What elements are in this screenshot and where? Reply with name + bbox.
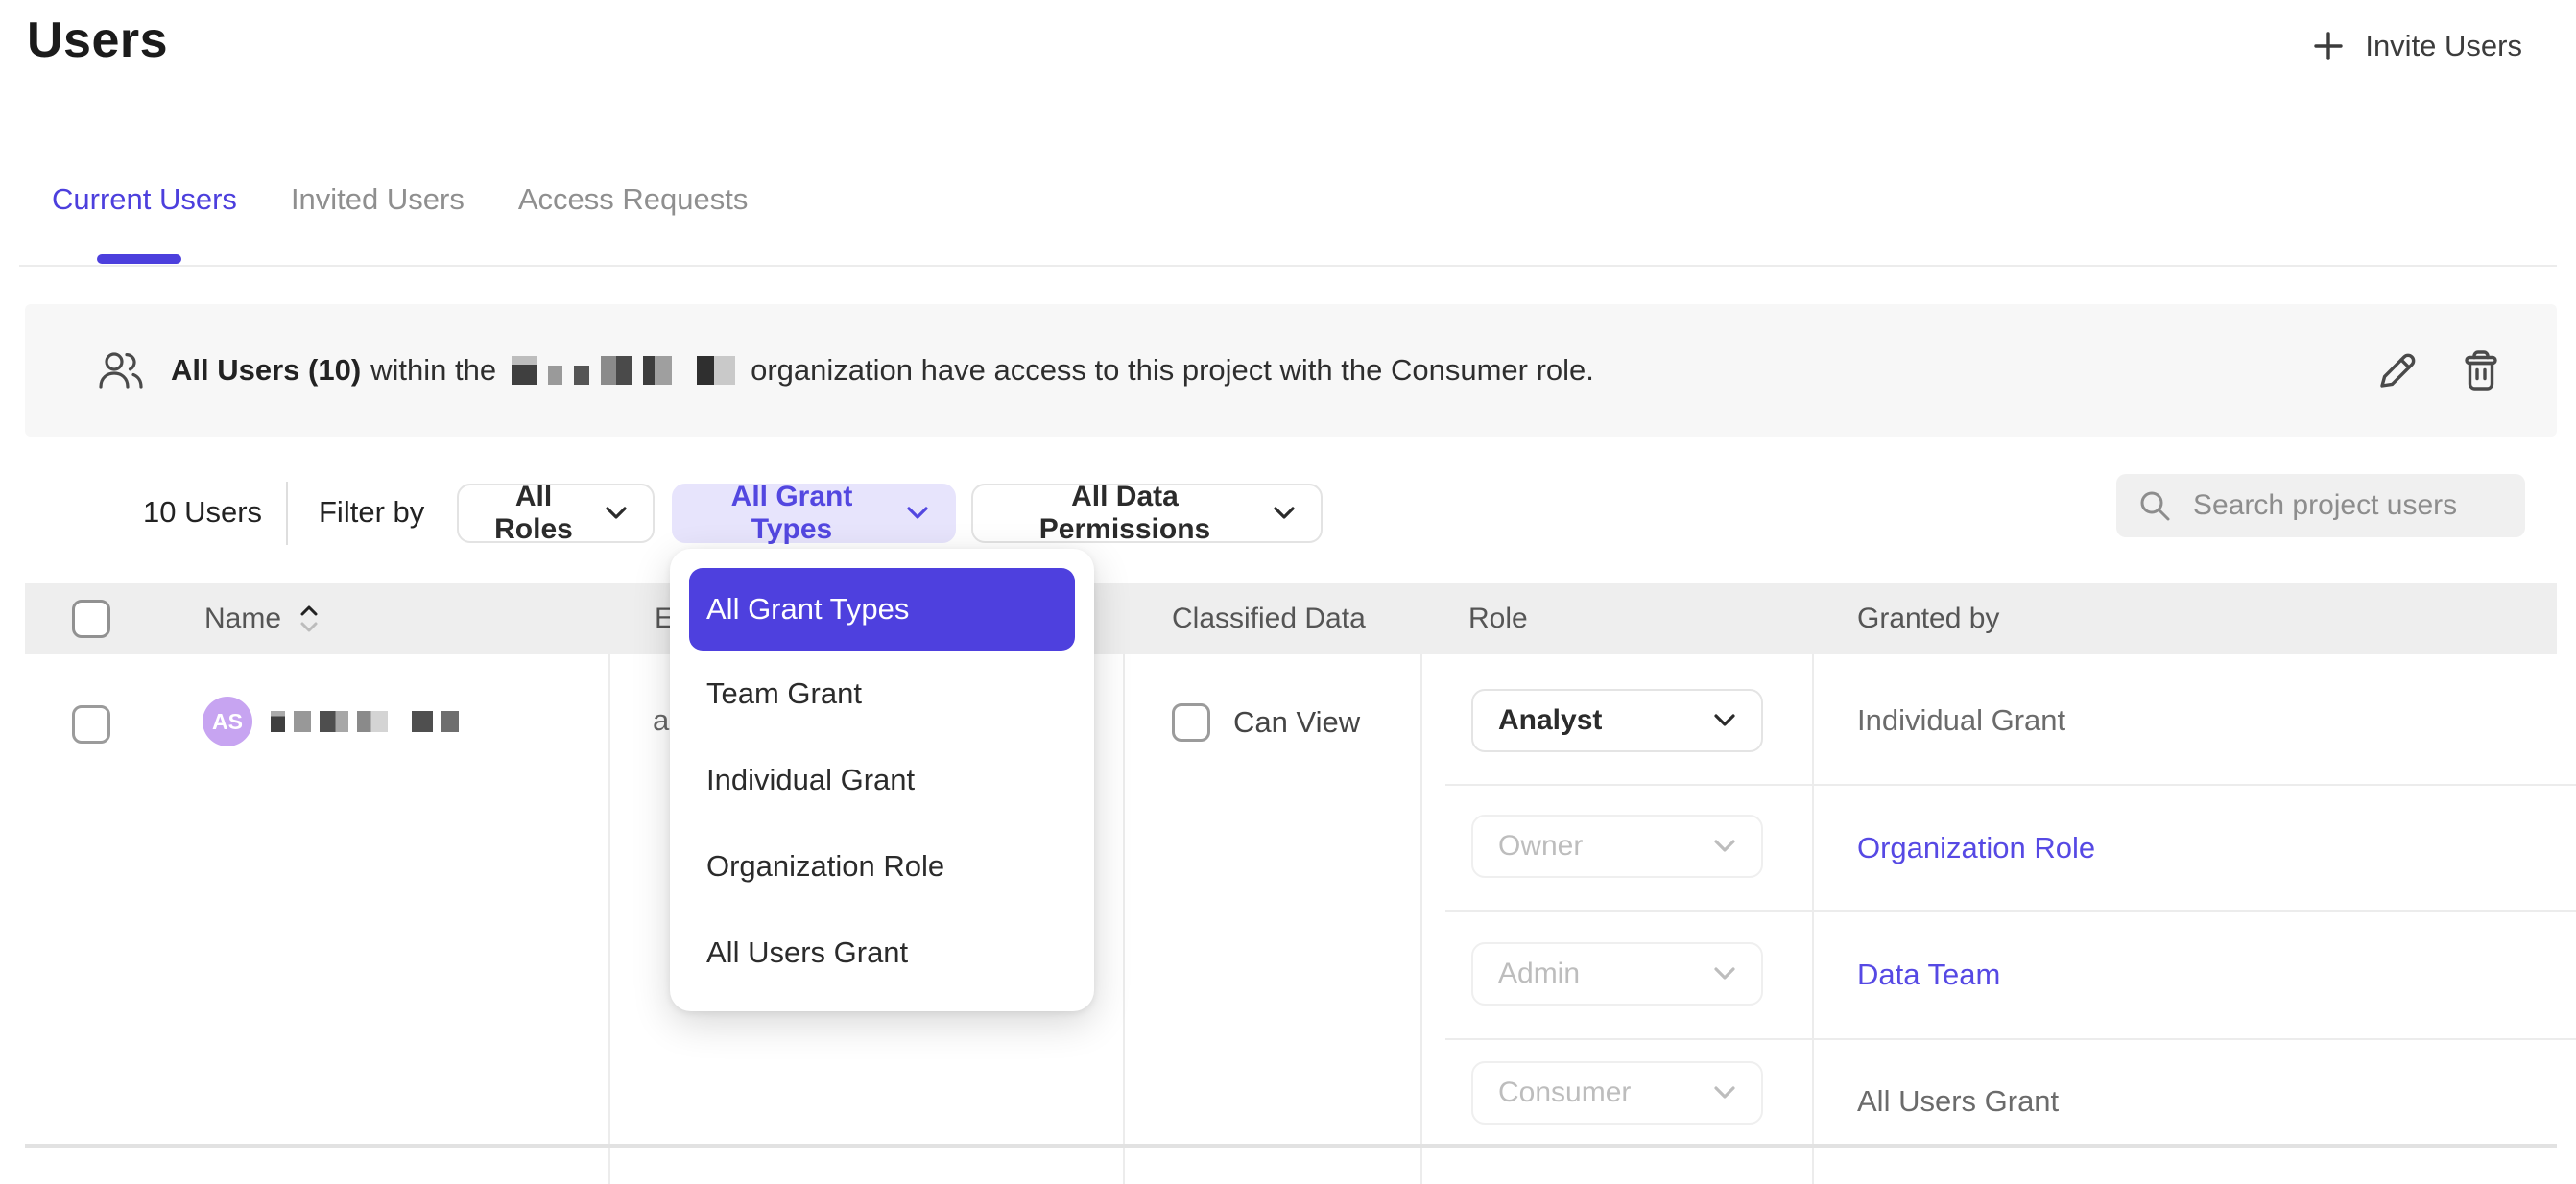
menu-item-all-grant-types[interactable]: All Grant Types bbox=[689, 568, 1075, 651]
pencil-icon bbox=[2376, 349, 2419, 391]
column-header-classified-data: Classified Data bbox=[1172, 583, 1366, 654]
delete-banner-button[interactable] bbox=[2461, 348, 2501, 392]
people-icon bbox=[96, 348, 146, 392]
role-label: Owner bbox=[1498, 830, 1583, 863]
menu-item-all-users-grant[interactable]: All Users Grant bbox=[689, 910, 1075, 996]
can-view-checkbox[interactable] bbox=[1172, 703, 1210, 742]
subrow-divider bbox=[1445, 1038, 2576, 1040]
menu-item-individual-grant[interactable]: Individual Grant bbox=[689, 737, 1075, 823]
column-divider bbox=[1420, 654, 1422, 1184]
column-divider bbox=[1812, 654, 1814, 1184]
edit-banner-button[interactable] bbox=[2376, 349, 2419, 391]
table-row-checkbox-wrap bbox=[72, 705, 110, 744]
subrow-divider bbox=[1445, 910, 2576, 912]
tab-current-users[interactable]: Current Users bbox=[52, 182, 237, 217]
subrow-divider bbox=[1445, 784, 2576, 786]
classified-data-cell: Can View bbox=[1172, 703, 1360, 742]
chevron-down-icon bbox=[1273, 506, 1296, 521]
active-tab-indicator bbox=[97, 254, 181, 264]
column-divider bbox=[1123, 654, 1125, 1184]
chevron-down-icon bbox=[1713, 839, 1736, 854]
role-dropdown-admin: Admin bbox=[1471, 942, 1763, 1006]
tab-invited-users[interactable]: Invited Users bbox=[291, 182, 465, 217]
table-header: Name Email Classified Data Role Granted … bbox=[25, 583, 2557, 654]
column-divider bbox=[608, 654, 610, 1184]
can-view-label: Can View bbox=[1233, 705, 1360, 740]
redacted-organization-name bbox=[512, 356, 735, 385]
banner-bold-text: All Users (10) bbox=[171, 353, 361, 388]
chevron-down-icon bbox=[1713, 713, 1736, 728]
plus-icon bbox=[2311, 29, 2346, 63]
redacted-user-name bbox=[271, 709, 459, 734]
select-all-checkbox[interactable] bbox=[72, 600, 110, 638]
filter-divider bbox=[286, 482, 288, 545]
column-header-role: Role bbox=[1468, 583, 1528, 654]
menu-item-team-grant[interactable]: Team Grant bbox=[689, 651, 1075, 737]
banner-post-text: organization have access to this project… bbox=[751, 353, 1594, 388]
role-dropdown-analyst[interactable]: Analyst bbox=[1471, 689, 1763, 752]
sort-icon[interactable] bbox=[298, 603, 320, 635]
menu-item-organization-role[interactable]: Organization Role bbox=[689, 823, 1075, 910]
all-data-permissions-label: All Data Permissions bbox=[998, 481, 1252, 546]
trash-icon bbox=[2461, 348, 2501, 392]
role-label: Admin bbox=[1498, 958, 1580, 990]
invite-users-button[interactable]: Invite Users bbox=[2311, 29, 2522, 63]
tabs-divider bbox=[19, 265, 2557, 267]
grant-types-dropdown-menu: All Grant Types Team Grant Individual Gr… bbox=[670, 549, 1094, 1011]
search-box bbox=[2116, 474, 2525, 537]
all-users-banner: All Users (10) within the organization h… bbox=[25, 304, 2557, 437]
tab-access-requests[interactable]: Access Requests bbox=[518, 182, 749, 217]
row-checkbox[interactable] bbox=[72, 705, 110, 744]
role-label: Analyst bbox=[1498, 704, 1602, 737]
chevron-down-icon bbox=[906, 506, 929, 521]
user-email: a bbox=[653, 703, 669, 738]
column-header-name: Name bbox=[204, 603, 281, 635]
granted-by-organization-role-link[interactable]: Organization Role bbox=[1857, 831, 2095, 865]
banner-text: All Users (10) within the organization h… bbox=[171, 353, 1594, 388]
banner-pre-text: within the bbox=[370, 353, 496, 388]
role-dropdown-consumer: Consumer bbox=[1471, 1061, 1763, 1125]
user-count-label: 10 Users bbox=[143, 495, 262, 530]
page-title: Users bbox=[27, 12, 168, 69]
filter-by-label: Filter by bbox=[319, 495, 424, 530]
avatar: AS bbox=[203, 697, 252, 746]
tab-bar: Current Users Invited Users Access Reque… bbox=[52, 182, 748, 217]
granted-by-individual-grant: Individual Grant bbox=[1857, 703, 2065, 738]
granted-by-data-team-link[interactable]: Data Team bbox=[1857, 958, 2000, 992]
role-dropdown-owner: Owner bbox=[1471, 815, 1763, 878]
all-grant-types-label: All Grant Types bbox=[699, 481, 885, 546]
search-input[interactable] bbox=[2193, 489, 2504, 522]
search-icon bbox=[2137, 488, 2172, 523]
column-header-granted-by: Granted by bbox=[1857, 583, 1999, 654]
chevron-down-icon bbox=[1713, 1085, 1736, 1101]
invite-users-label: Invite Users bbox=[2365, 29, 2522, 63]
chevron-down-icon bbox=[1713, 966, 1736, 982]
all-data-permissions-filter[interactable]: All Data Permissions bbox=[971, 484, 1323, 543]
granted-by-all-users-grant: All Users Grant bbox=[1857, 1084, 2059, 1119]
all-grant-types-filter[interactable]: All Grant Types bbox=[672, 484, 956, 543]
row-divider bbox=[25, 1144, 2557, 1148]
all-roles-filter[interactable]: All Roles bbox=[457, 484, 655, 543]
chevron-down-icon bbox=[605, 506, 628, 521]
role-label: Consumer bbox=[1498, 1077, 1631, 1109]
all-roles-label: All Roles bbox=[484, 481, 584, 546]
